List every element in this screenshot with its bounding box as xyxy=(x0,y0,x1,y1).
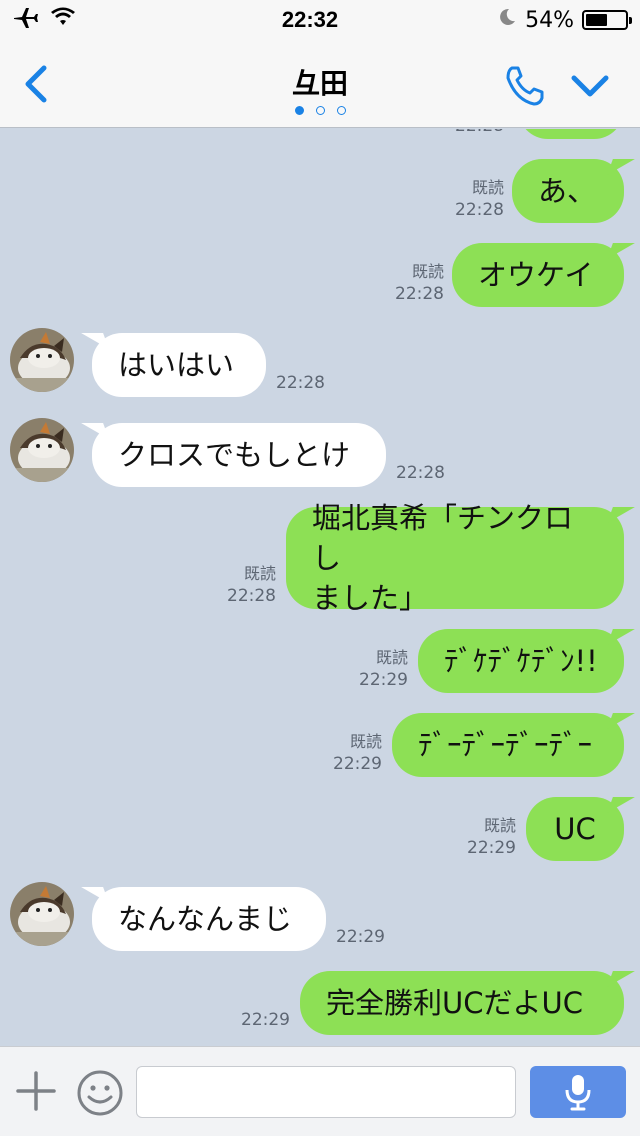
outgoing-message[interactable]: 堀北真希「チンクロし ました」 xyxy=(286,501,624,615)
wifi-icon xyxy=(50,7,76,33)
message-text: ﾃﾞｰﾃﾞｰﾃﾞｰﾃﾞｰ xyxy=(418,728,593,762)
incoming-message[interactable]: はいはい xyxy=(92,333,266,397)
message-time: 22:28 xyxy=(276,373,325,393)
page-dot xyxy=(315,106,325,115)
plus-icon xyxy=(16,1071,56,1111)
call-button[interactable] xyxy=(502,64,546,108)
message-meta: 22:28 xyxy=(420,129,504,137)
avatar[interactable] xyxy=(10,882,74,946)
message-time: 22:29 xyxy=(336,927,385,947)
voice-message-button[interactable] xyxy=(530,1066,626,1118)
message-meta: 既読 22:28 xyxy=(190,563,276,607)
cat-avatar-image xyxy=(10,882,74,946)
status-time: 22:32 xyxy=(281,7,339,32)
message-time: 22:28 xyxy=(420,129,504,137)
sticker-button[interactable] xyxy=(76,1069,124,1117)
message-meta: 既読 22:29 xyxy=(430,815,516,859)
message-input[interactable] xyxy=(136,1066,516,1118)
message-text: 完全勝利UCだよUC xyxy=(326,986,583,1020)
message-text: オウケイ xyxy=(478,258,594,292)
outgoing-message[interactable]: ﾃﾞｰﾃﾞｰﾃﾞｰﾃﾞｰ xyxy=(392,713,624,777)
status-bar: 22:32 54% xyxy=(0,0,640,40)
message-text: 堀北真希「チンクロし ました」 xyxy=(312,501,574,615)
outgoing-message[interactable]: 完全勝利UCだよUC xyxy=(300,971,624,1035)
moon-icon xyxy=(497,7,517,33)
message-time: 22:29 xyxy=(333,754,382,774)
add-attachment-button[interactable] xyxy=(16,1071,56,1111)
message-meta: 22:29 xyxy=(204,1009,290,1031)
outgoing-message[interactable]: オウケイ xyxy=(452,243,624,307)
cat-avatar-image xyxy=(10,418,74,482)
outgoing-message[interactable]: あ、 xyxy=(512,159,624,223)
message-time: 22:28 xyxy=(227,586,276,606)
message-text: UC xyxy=(554,812,596,846)
read-receipt: 既読 xyxy=(471,178,504,197)
airplane-icon xyxy=(12,6,38,34)
outgoing-message[interactable]: ﾃﾞｹﾃﾞｹﾃﾞﾝ!! xyxy=(418,629,624,693)
message-meta: 既読 22:29 xyxy=(322,647,408,691)
message-time: 22:28 xyxy=(455,200,504,220)
read-receipt: 既読 xyxy=(375,648,408,667)
message-text: あ、 xyxy=(538,174,597,208)
message-meta: 既読 22:29 xyxy=(296,731,382,775)
message-time: 22:29 xyxy=(467,838,516,858)
page-dot xyxy=(294,106,304,115)
read-receipt: 既読 xyxy=(243,564,276,583)
message-time: 22:28 xyxy=(395,284,444,304)
read-receipt: 既読 xyxy=(483,816,516,835)
cat-avatar-image xyxy=(10,328,74,392)
smiley-icon xyxy=(77,1070,123,1116)
message-meta: 既読 22:28 xyxy=(360,261,444,305)
message-time: 22:28 xyxy=(396,463,445,483)
battery-icon xyxy=(582,10,632,30)
message-text: クロスでもしとけ xyxy=(118,438,351,472)
microphone-icon xyxy=(565,1075,591,1111)
chat-area[interactable]: 22:28 既読 22:28 あ、 既読 22:28 オウケイ はいはい 22:… xyxy=(0,129,640,1046)
status-right: 54% xyxy=(468,7,632,33)
read-receipt: 既読 xyxy=(349,732,382,751)
message-meta: 既読 22:28 xyxy=(420,177,504,221)
chevron-down-icon xyxy=(571,75,609,97)
avatar[interactable] xyxy=(10,418,74,482)
message-input-bar xyxy=(0,1046,640,1136)
status-left xyxy=(12,6,152,34)
message-time: 22:29 xyxy=(359,670,408,690)
message-text: はいはい xyxy=(118,348,235,382)
battery-percent: 54% xyxy=(525,7,574,33)
outgoing-message[interactable]: UC xyxy=(526,797,624,861)
incoming-message[interactable]: クロスでもしとけ xyxy=(92,423,386,487)
outgoing-message[interactable] xyxy=(518,129,624,139)
page-dot xyxy=(336,106,346,115)
chat-header: 彑田 xyxy=(0,40,640,128)
incoming-message[interactable]: なんなんまじ xyxy=(92,887,326,951)
avatar[interactable] xyxy=(10,328,74,392)
message-time: 22:29 xyxy=(241,1010,290,1030)
message-text: ﾃﾞｹﾃﾞｹﾃﾞﾝ!! xyxy=(444,644,598,678)
message-text: なんなんまじ xyxy=(118,902,293,936)
read-receipt: 既読 xyxy=(411,262,444,281)
battery-level xyxy=(586,14,607,26)
phone-icon xyxy=(506,66,544,106)
menu-toggle-button[interactable] xyxy=(568,66,612,106)
